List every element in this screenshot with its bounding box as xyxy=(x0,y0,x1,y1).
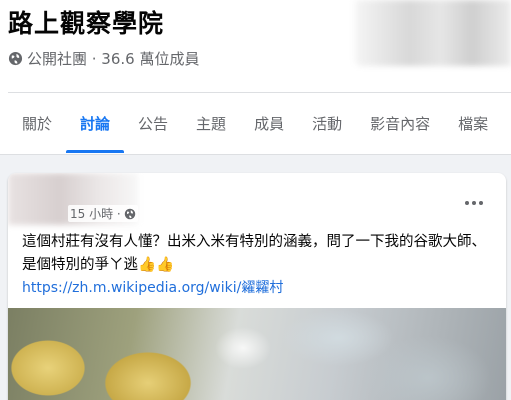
group-header: 路上觀察學院 公開社團 · 36.6 萬位成員 關於 討論 公告 主題 成員 活… xyxy=(0,0,511,155)
cover-photo xyxy=(355,0,511,66)
post-time-text: 15 小時 · xyxy=(70,207,121,221)
tab-events[interactable]: 活動 xyxy=(298,93,356,153)
tab-announcements[interactable]: 公告 xyxy=(124,93,182,153)
tab-discussion[interactable]: 討論 xyxy=(66,93,125,153)
group-privacy-member-count: 公開社團 · 36.6 萬位成員 xyxy=(27,50,200,68)
tab-media[interactable]: 影音內容 xyxy=(356,93,444,153)
post-photo[interactable] xyxy=(8,308,506,400)
globe-icon xyxy=(8,51,23,66)
post-link[interactable]: https://zh.m.wikipedia.org/wiki/糴糶村 xyxy=(22,277,283,297)
tab-topics[interactable]: 主題 xyxy=(182,93,240,153)
group-meta: 公開社團 · 36.6 萬位成員 xyxy=(8,48,199,69)
more-options-icon xyxy=(464,201,485,205)
group-title[interactable]: 路上觀察學院 xyxy=(8,4,164,40)
group-tabs: 關於 討論 公告 主題 成員 活動 影音內容 檔案 xyxy=(0,93,511,153)
tab-about[interactable]: 關於 xyxy=(0,93,66,153)
feed-post: 15 小時 · 這個村莊有沒有人懂？出米入米有特別的涵義，問了一下我的谷歌大師、… xyxy=(8,173,506,400)
post-body-text: 這個村莊有沒有人懂？出米入米有特別的涵義，問了一下我的谷歌大師、是個特別的爭ㄚ逃… xyxy=(22,234,486,273)
post-timestamp[interactable]: 15 小時 · xyxy=(68,205,138,222)
globe-icon xyxy=(124,208,135,219)
tab-members[interactable]: 成員 xyxy=(240,93,298,153)
tab-files[interactable]: 檔案 xyxy=(444,93,502,153)
more-options-button[interactable] xyxy=(458,193,490,213)
